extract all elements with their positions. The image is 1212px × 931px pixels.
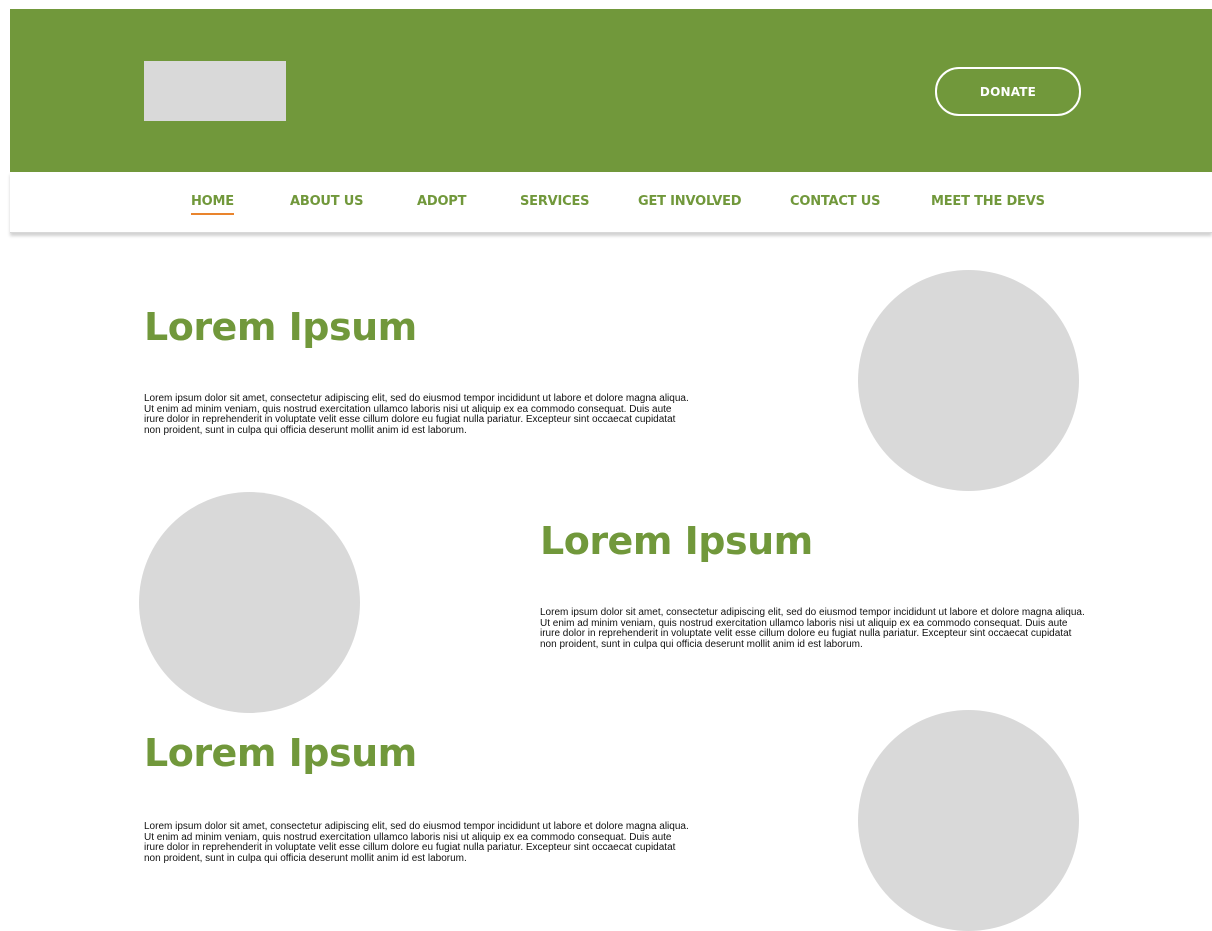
donate-button[interactable]: DONATE <box>935 67 1081 116</box>
section-2-heading: Lorem Ipsum <box>540 519 813 563</box>
section-3-body: Lorem ipsum dolor sit amet, consectetur … <box>144 821 689 864</box>
nav-item-adopt[interactable]: ADOPT <box>417 194 467 209</box>
section-2-image-placeholder <box>139 492 360 713</box>
section-2-body: Lorem ipsum dolor sit amet, consectetur … <box>540 607 1085 650</box>
section-1-heading: Lorem Ipsum <box>144 305 417 349</box>
nav-item-home[interactable]: HOME <box>191 194 234 215</box>
logo-placeholder[interactable] <box>144 61 286 121</box>
section-3-image-placeholder <box>858 710 1079 931</box>
nav-item-services[interactable]: SERVICES <box>520 194 590 209</box>
main-navigation: HOME ABOUT US ADOPT SERVICES GET INVOLVE… <box>10 172 1212 233</box>
nav-item-meet-the-devs[interactable]: MEET THE DEVS <box>931 194 1045 209</box>
section-1-image-placeholder <box>858 270 1079 491</box>
nav-item-get-involved[interactable]: GET INVOLVED <box>638 194 742 209</box>
nav-item-about-us[interactable]: ABOUT US <box>290 194 363 209</box>
page: DONATE HOME ABOUT US ADOPT SERVICES GET … <box>0 0 1212 931</box>
site-header: DONATE <box>10 9 1212 172</box>
nav-item-contact-us[interactable]: CONTACT US <box>790 194 880 209</box>
section-3-heading: Lorem Ipsum <box>144 731 417 775</box>
section-1-body: Lorem ipsum dolor sit amet, consectetur … <box>144 393 689 436</box>
